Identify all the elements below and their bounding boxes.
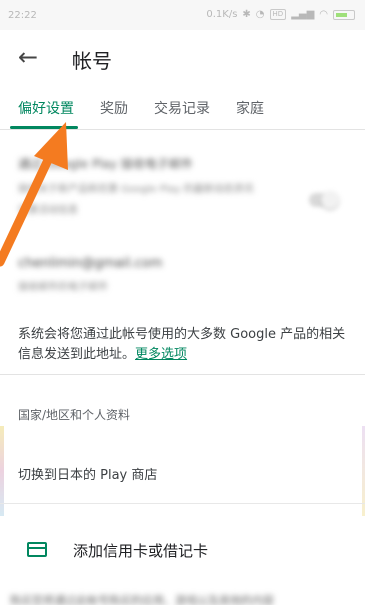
switch-store-item[interactable]: 切换到日本的 Play 商店	[18, 464, 157, 483]
page-title: 帐号	[72, 49, 112, 73]
email-caption: 接收邮件的电子邮件	[18, 282, 108, 293]
tab-preferences[interactable]: 偏好设置	[18, 98, 74, 118]
add-card-label: 添加信用卡或借记卡	[73, 542, 209, 560]
email-preference-title: 通过 Google Play 接收电子邮件	[18, 157, 193, 171]
email-preference-sub: 优惠活动信息	[18, 205, 78, 216]
email-address: chenlimin@gmail.com	[18, 256, 163, 271]
tab-bar: 偏好设置 奖励 交易记录 家庭	[0, 88, 365, 130]
tab-rewards[interactable]: 奖励	[100, 98, 128, 118]
bottom-blurred-text: 购买您将通过此帐号购买的应用、游戏以及其他的内容	[10, 594, 274, 605]
status-icons: 0.1K/s ✱ ◔ HD ▂▄▆ ◠	[206, 9, 355, 20]
app-bar: ← 帐号	[0, 30, 365, 88]
email-address-block: chenlimin@gmail.com 接收邮件的电子邮件	[18, 256, 338, 293]
add-card-item[interactable]: 添加信用卡或借记卡	[0, 530, 365, 570]
email-preference-setting: 通过 Google Play 接收电子邮件 接收关于新产品和优惠 Google …	[18, 155, 358, 216]
tab-family[interactable]: 家庭	[236, 98, 264, 118]
alarm-icon: ◔	[255, 9, 265, 20]
status-time: 22:22	[8, 10, 37, 21]
bluetooth-icon: ✱	[242, 9, 251, 20]
wifi-icon: ◠	[319, 9, 328, 20]
tab-transactions[interactable]: 交易记录	[154, 98, 210, 118]
section-label-country-profile: 国家/地区和个人资料	[18, 408, 131, 422]
signal-icon: ▂▄▆	[291, 9, 315, 20]
arrow-left-icon[interactable]: ←	[14, 44, 42, 72]
more-options-link[interactable]: 更多选项	[135, 347, 187, 362]
divider	[0, 374, 365, 375]
email-preference-description: 接收关于新产品和优惠 Google Play 的最新动态资讯	[18, 184, 254, 195]
battery-icon	[333, 9, 355, 20]
network-speed: 0.1K/s	[206, 9, 238, 20]
hd-badge: HD	[269, 9, 287, 20]
active-tab-indicator	[10, 126, 78, 129]
status-bar: 22:22 0.1K/s ✱ ◔ HD ▂▄▆ ◠	[0, 0, 365, 30]
email-notice: 系统会将您通过此帐号使用的大多数 Google 产品的相关信息发送到此地址。更多…	[18, 325, 358, 365]
divider	[0, 503, 365, 504]
credit-card-icon	[27, 542, 47, 557]
email-preference-toggle[interactable]	[309, 191, 339, 209]
